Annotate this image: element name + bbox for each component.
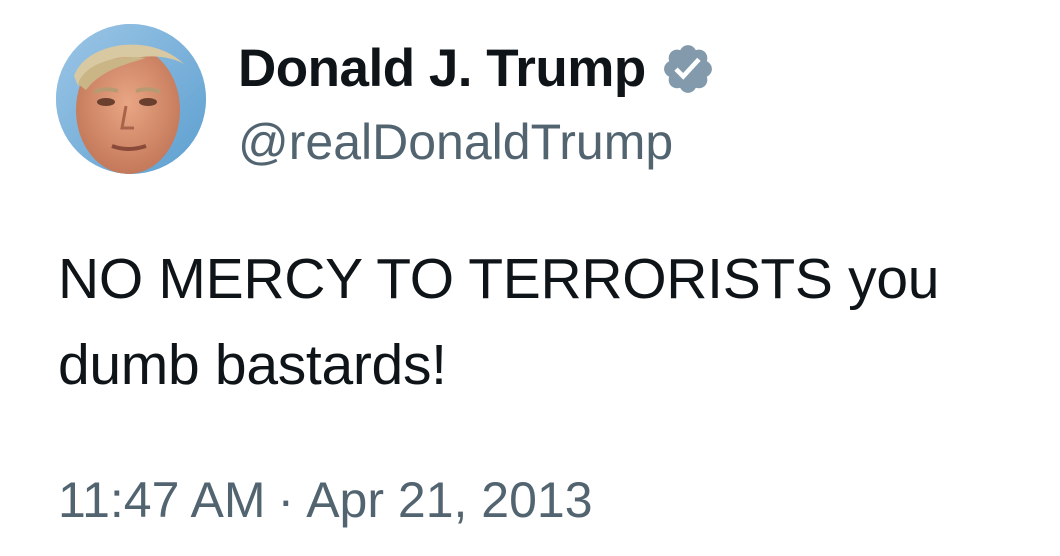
author-handle[interactable]: @realDonaldTrump	[238, 112, 716, 172]
tweet-timestamp[interactable]: 11:47 AM · Apr 21, 2013	[58, 470, 593, 530]
tweet-card: Donald J. Trump @realDonaldTrump NO MERC…	[0, 0, 1060, 556]
profile-photo	[56, 24, 206, 174]
tweet-text-line: dumb bastards!	[58, 333, 447, 397]
tweet-header: Donald J. Trump @realDonaldTrump	[56, 24, 716, 174]
display-name[interactable]: Donald J. Trump	[238, 36, 646, 102]
name-row: Donald J. Trump	[238, 36, 716, 102]
tweet-time: 11:47 AM	[58, 472, 266, 528]
avatar[interactable]	[56, 24, 206, 174]
verified-badge-icon[interactable]	[660, 41, 716, 97]
tweet-text-line: NO MERCY TO TERRORISTS you	[58, 247, 940, 311]
author-identity: Donald J. Trump @realDonaldTrump	[238, 36, 716, 172]
separator-dot: ·	[277, 472, 295, 528]
tweet-text: NO MERCY TO TERRORISTS you dumb bastards…	[58, 236, 1018, 408]
tweet-date: Apr 21, 2013	[306, 472, 593, 528]
